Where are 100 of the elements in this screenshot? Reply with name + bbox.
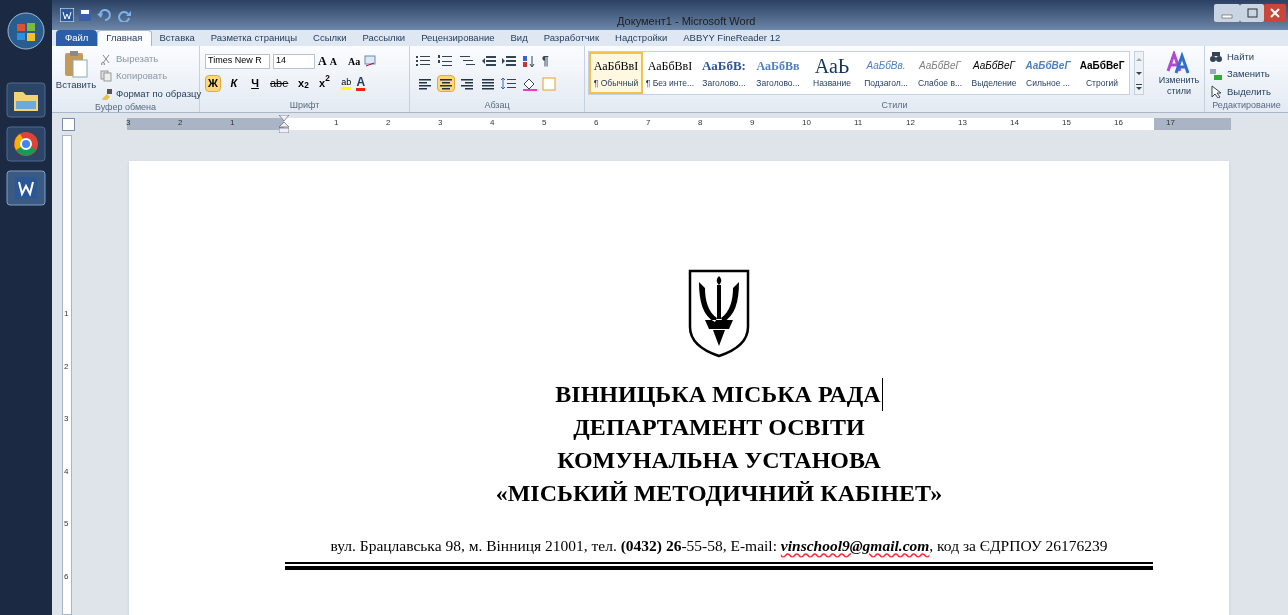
ribbon-tab[interactable]: Разработчик	[535, 30, 608, 46]
ribbon-tab[interactable]: ABBYY FineReader 12	[675, 30, 789, 46]
line-spacing-icon[interactable]	[500, 77, 518, 90]
editing-button[interactable]: Выделить	[1209, 84, 1288, 99]
folder-icon[interactable]	[6, 82, 46, 118]
heading-text: «МІСЬКИЙ МЕТОДИЧНИЙ КАБІНЕТ»	[495, 479, 943, 508]
undo-icon[interactable]	[96, 8, 114, 22]
style-button[interactable]: АаБбВеГ Выделение	[967, 52, 1021, 94]
ruler-number: 3	[126, 117, 131, 129]
multilevel-list-icon[interactable]	[460, 55, 476, 67]
editing-button[interactable]: Найти	[1209, 50, 1288, 65]
window-title: Документ1 - Microsoft Word	[617, 14, 756, 29]
style-button[interactable]: АаБбВ: Заголово...	[697, 52, 751, 94]
change-case-button[interactable]: Aa	[347, 53, 361, 69]
ribbon-tab[interactable]: Главная	[97, 30, 152, 46]
ruler-number: 3	[438, 117, 443, 129]
ribbon-tab[interactable]: Рассылки	[354, 30, 414, 46]
ruler-number: 15	[1062, 117, 1071, 129]
increase-indent-icon[interactable]	[502, 55, 516, 67]
editing-button[interactable]: Заменить	[1209, 67, 1288, 82]
group-label: Шрифт	[289, 98, 320, 112]
trident-shield-icon	[687, 268, 751, 358]
ruler-number: 2	[178, 117, 183, 129]
scissors-icon	[100, 53, 112, 66]
ruler-number: 4	[64, 465, 69, 478]
ruler-number: 6	[594, 117, 599, 129]
redo-icon[interactable]	[118, 8, 132, 22]
paste-button[interactable]: Вставить	[56, 50, 96, 93]
style-button[interactable]: АаБбВвI ¶ Обычный	[589, 52, 643, 94]
decrease-indent-icon[interactable]	[482, 55, 496, 67]
change-styles-button[interactable]: Изменить стили	[1156, 51, 1202, 98]
shrink-font-button[interactable]: A	[329, 53, 337, 69]
group-label: Абзац	[484, 98, 510, 112]
format-button[interactable]: Ч	[247, 75, 263, 92]
align-center-button[interactable]	[437, 75, 455, 92]
ribbon-tab[interactable]: Вставка	[151, 30, 203, 46]
ruler-number: 12	[906, 117, 915, 129]
ruler-number: 17	[1166, 117, 1175, 129]
address-text: вул. Брацлавська 98, м. Вінниця 21001, тел. (0432) 26-55-58, E-mail: vinschool9@gmail.com, код за ЄДРПОУ 26176239	[330, 536, 1108, 556]
tab-stop-selector[interactable]	[62, 117, 75, 131]
ruler-number: 2	[64, 360, 69, 373]
round-logo-icon[interactable]	[6, 126, 46, 162]
ruler-number: 9	[750, 117, 755, 129]
ruler-number: 7	[646, 117, 651, 129]
font-color-button[interactable]: A	[356, 76, 366, 91]
ruler-number: 11	[854, 117, 863, 129]
ruler-number: 3	[64, 413, 69, 426]
letters-a-icon	[1166, 51, 1192, 75]
ribbon-tab[interactable]: Рецензирование	[413, 30, 503, 46]
style-button[interactable]: АаБбВвI ¶ Без инте...	[643, 52, 697, 94]
close-button[interactable]	[1264, 4, 1286, 22]
ruler-number: 16	[1114, 117, 1123, 129]
document-app-icon[interactable]	[6, 170, 46, 206]
start-orb-icon[interactable]	[7, 12, 45, 50]
ruler-number: 13	[958, 117, 967, 129]
ruler-number: 2	[386, 117, 391, 129]
ruler-number: 1	[64, 308, 69, 320]
indent-marker-icon[interactable]	[279, 115, 289, 133]
format-button[interactable]: x$_{2}$	[295, 75, 312, 92]
clipboard-icon	[63, 50, 89, 78]
grow-font-button[interactable]: A	[318, 52, 327, 70]
format-button[interactable]: К	[226, 75, 242, 92]
heading-text: ВІННИЦЬКА МІСЬКА РАДА	[555, 378, 883, 411]
group-label: Редактирование	[1212, 98, 1281, 112]
app-icon[interactable]	[60, 8, 74, 22]
clipboard-button[interactable]: Формат по образцу	[100, 86, 202, 101]
ribbon-tab[interactable]: Надстройки	[607, 30, 676, 46]
ribbon-tab[interactable]: Файл	[56, 30, 98, 46]
bullets-icon[interactable]	[416, 55, 432, 67]
maximize-button[interactable]	[1240, 4, 1264, 22]
ruler-number: 6	[64, 571, 69, 583]
ruler-number: 1	[334, 117, 339, 129]
format-button[interactable]: x$^{2}$	[316, 75, 333, 92]
style-button[interactable]: АаЬ Название	[805, 52, 859, 94]
style-button[interactable]: АаБбВеГ Строгий	[1075, 52, 1129, 94]
highlight-button[interactable]: ab	[341, 77, 352, 90]
ruler-number: 10	[802, 117, 811, 129]
shading-icon[interactable]	[521, 76, 539, 91]
save-icon[interactable]	[78, 8, 92, 22]
ruler-number: 5	[542, 117, 547, 129]
cursor-icon	[1209, 85, 1223, 99]
style-button[interactable]: АаБбВв Заголово...	[751, 52, 805, 94]
ruler-number: 14	[1010, 117, 1019, 129]
format-button[interactable]: Ж	[205, 75, 221, 92]
style-button[interactable]: АаБбВеГ Сильное ...	[1021, 52, 1075, 94]
format-button[interactable]: abe	[268, 75, 291, 92]
sort-icon[interactable]	[522, 54, 536, 68]
ribbon-tab[interactable]: Вид	[502, 30, 536, 46]
font-name-field[interactable]: Times New R	[205, 53, 270, 69]
clear-format-icon[interactable]	[363, 55, 378, 67]
numbering-icon[interactable]	[438, 55, 454, 67]
style-button[interactable]: АаБбВеГ Слабое в...	[913, 52, 967, 94]
style-button[interactable]: АаБбВв. Подзагол...	[859, 52, 913, 94]
heading-text: КОМУНАЛЬНА УСТАНОВА	[557, 446, 881, 475]
group-label: Стили	[881, 98, 908, 112]
copy-icon	[100, 70, 112, 83]
font-size-field[interactable]: 14	[273, 53, 315, 69]
ribbon-tab[interactable]: Разметка страницы	[202, 30, 306, 46]
ribbon-tab[interactable]: Ссылки	[305, 30, 355, 46]
show-marks-button[interactable]: ¶	[542, 52, 549, 70]
